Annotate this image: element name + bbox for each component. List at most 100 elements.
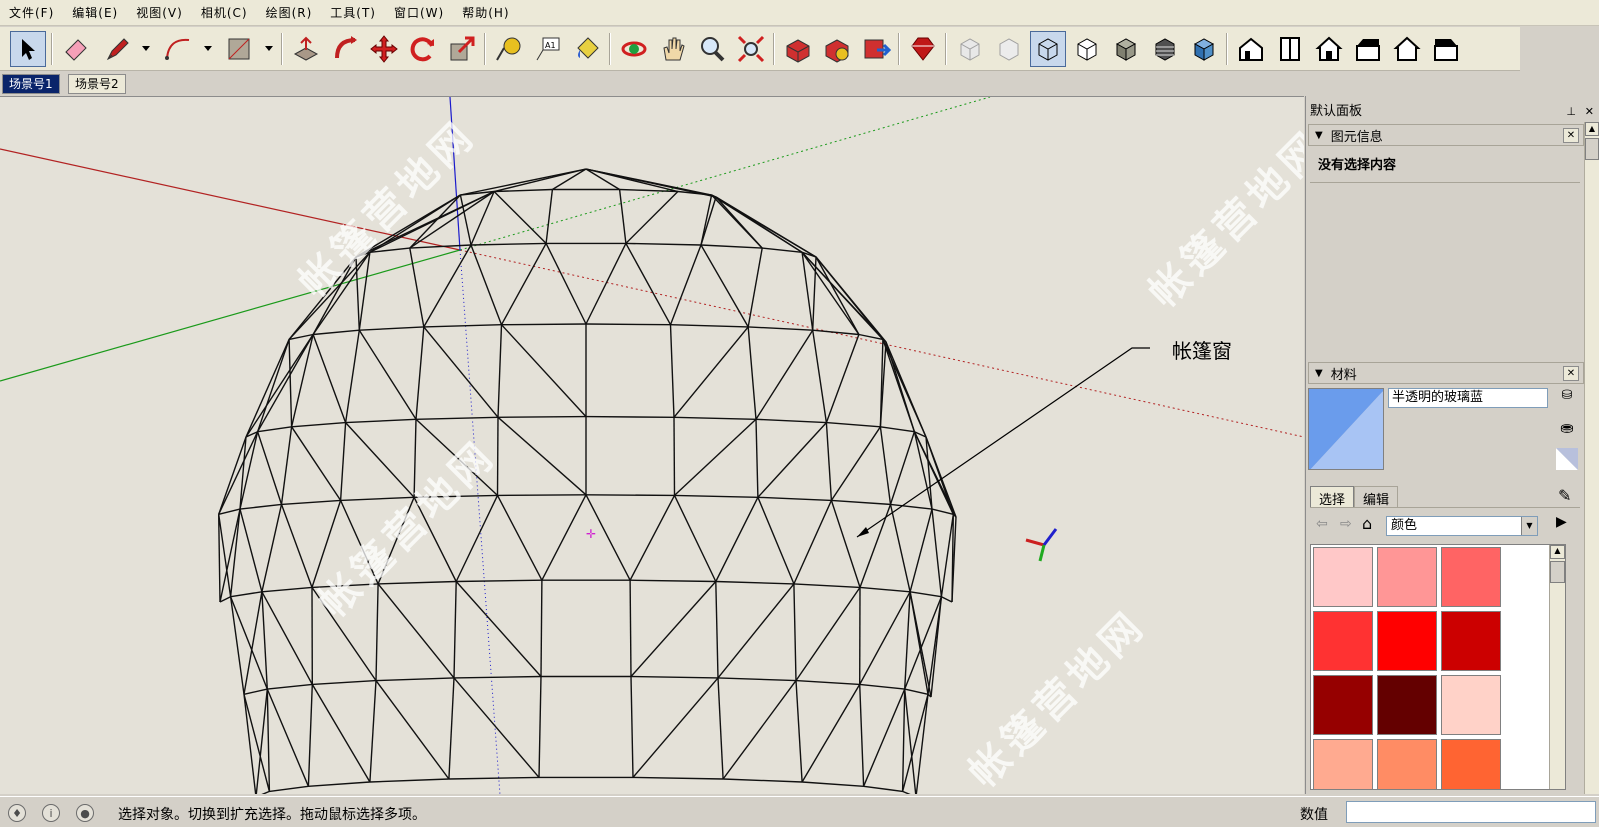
material-category-select[interactable]: 颜色 ▼ <box>1386 516 1538 536</box>
dome-strut[interactable] <box>700 196 717 246</box>
dome-strut[interactable] <box>723 778 803 783</box>
dome-strut[interactable] <box>673 417 676 496</box>
dome-strut[interactable] <box>931 509 943 597</box>
dome-strut[interactable] <box>218 514 221 603</box>
dome-strut[interactable] <box>313 329 360 336</box>
dome-strut[interactable] <box>880 426 915 433</box>
dome-strut[interactable] <box>218 514 232 597</box>
dome-strut[interactable] <box>456 579 542 583</box>
material-swatch[interactable] <box>1313 611 1373 671</box>
material-swatch[interactable] <box>1441 739 1501 789</box>
materials-header[interactable]: ▼ 材料 ✕ <box>1308 362 1584 384</box>
left-view-button[interactable] <box>1428 31 1464 67</box>
dome-strut[interactable] <box>909 591 932 698</box>
dome-strut[interactable] <box>879 426 892 505</box>
dome-strut[interactable] <box>497 416 587 496</box>
dome-strut[interactable] <box>229 509 241 597</box>
dome-strut[interactable] <box>801 252 814 331</box>
dome-strut[interactable] <box>256 431 283 505</box>
dome-strut[interactable] <box>931 508 954 515</box>
scroll-up-icon[interactable]: ▲ <box>1585 122 1599 136</box>
dome-strut[interactable] <box>541 494 587 581</box>
dome-strut[interactable] <box>863 785 903 793</box>
dome-strut[interactable] <box>747 326 757 420</box>
create-material-icon[interactable]: ⛁ <box>1558 388 1576 408</box>
dome-strut[interactable] <box>267 683 313 690</box>
back-view-button[interactable] <box>1389 31 1425 67</box>
dome-strut[interactable] <box>423 244 472 328</box>
back-edges-style-button[interactable] <box>991 31 1027 67</box>
measurements-input[interactable] <box>1346 801 1596 823</box>
push-pull-tool-button[interactable] <box>288 31 324 67</box>
dome-strut[interactable] <box>669 244 702 325</box>
orbit-tool-button[interactable] <box>616 31 652 67</box>
dome-strut[interactable] <box>496 495 543 581</box>
shaded-style-button[interactable] <box>1108 31 1144 67</box>
dome-strut[interactable] <box>359 326 424 331</box>
dome-strut[interactable] <box>909 591 942 598</box>
dome-strut[interactable] <box>831 499 891 506</box>
select-tool-button[interactable] <box>10 31 46 67</box>
dome-strut[interactable] <box>630 581 717 677</box>
dome-strut[interactable] <box>674 418 757 496</box>
eraser-tool-button[interactable] <box>58 31 94 67</box>
dome-strut[interactable] <box>218 508 241 515</box>
menu-tools[interactable]: 工具(T) <box>321 0 385 26</box>
dome-strut[interactable] <box>470 242 547 246</box>
dome-strut[interactable] <box>415 416 499 420</box>
info-icon[interactable]: i <box>42 804 60 822</box>
dome-strut[interactable] <box>256 790 270 794</box>
dome-strut[interactable] <box>825 422 833 501</box>
dome-strut[interactable] <box>344 330 360 423</box>
dome-strut[interactable] <box>632 776 724 780</box>
dome-strut[interactable] <box>500 324 587 418</box>
dome-strut[interactable] <box>629 580 632 677</box>
dome-strut[interactable] <box>812 330 828 423</box>
dome-strut[interactable] <box>423 324 502 328</box>
dome-strut[interactable] <box>801 251 860 335</box>
menu-edit[interactable]: 编辑(E) <box>63 0 127 26</box>
dome-strut[interactable] <box>674 494 758 498</box>
dome-strut[interactable] <box>261 591 268 690</box>
scale-tool-button[interactable] <box>444 31 480 67</box>
dome-strut[interactable] <box>700 244 749 328</box>
dome-strut[interactable] <box>312 679 377 686</box>
pencil-dropdown-icon[interactable] <box>141 43 151 53</box>
dome-strut[interactable] <box>453 675 542 679</box>
dome-strut[interactable] <box>755 329 814 420</box>
text-tool-button[interactable]: A1 <box>530 31 566 67</box>
dome-strut[interactable] <box>453 677 540 778</box>
sample-paint-icon[interactable]: ⛂ <box>1556 418 1578 440</box>
arc-dropdown-icon[interactable] <box>203 43 213 53</box>
dome-strut[interactable] <box>423 326 499 418</box>
model-canvas[interactable]: ✛ <box>0 97 1304 794</box>
dome-strut[interactable] <box>540 580 543 677</box>
swatch-scrollbar[interactable]: ▲ <box>1549 545 1565 789</box>
dome-strut[interactable] <box>339 422 347 501</box>
dome-strut[interactable] <box>795 587 861 681</box>
dome-strut[interactable] <box>308 781 370 787</box>
dome-strut[interactable] <box>715 496 759 582</box>
back-arrow-icon[interactable]: ⇦ <box>1316 516 1328 532</box>
dome-strut[interactable] <box>257 426 292 433</box>
dome-strut[interactable] <box>625 243 672 326</box>
dome-strut[interactable] <box>375 680 450 780</box>
home-icon[interactable]: ⌂ <box>1362 514 1372 533</box>
dome-strut[interactable] <box>940 514 954 597</box>
material-swatch[interactable] <box>1313 547 1373 607</box>
dome-strut[interactable] <box>717 583 795 679</box>
dome-strut[interactable] <box>793 583 797 681</box>
entity-info-header[interactable]: ▼ 图元信息 ✕ <box>1308 124 1584 146</box>
dome-strut[interactable] <box>859 586 911 593</box>
dome-strut[interactable] <box>630 579 716 583</box>
dome-strut[interactable] <box>700 244 763 249</box>
monochrome-style-button[interactable] <box>1186 31 1222 67</box>
dome-strut[interactable] <box>902 790 916 794</box>
scroll-thumb[interactable] <box>1585 138 1599 160</box>
dome-strut[interactable] <box>280 504 313 588</box>
details-icon[interactable]: ▶ <box>1556 514 1567 530</box>
tab-edit[interactable]: 编辑 <box>1354 486 1399 508</box>
dome-strut[interactable] <box>585 243 627 325</box>
forward-arrow-icon[interactable]: ⇨ <box>1340 516 1352 532</box>
dome-strut[interactable] <box>239 508 263 592</box>
